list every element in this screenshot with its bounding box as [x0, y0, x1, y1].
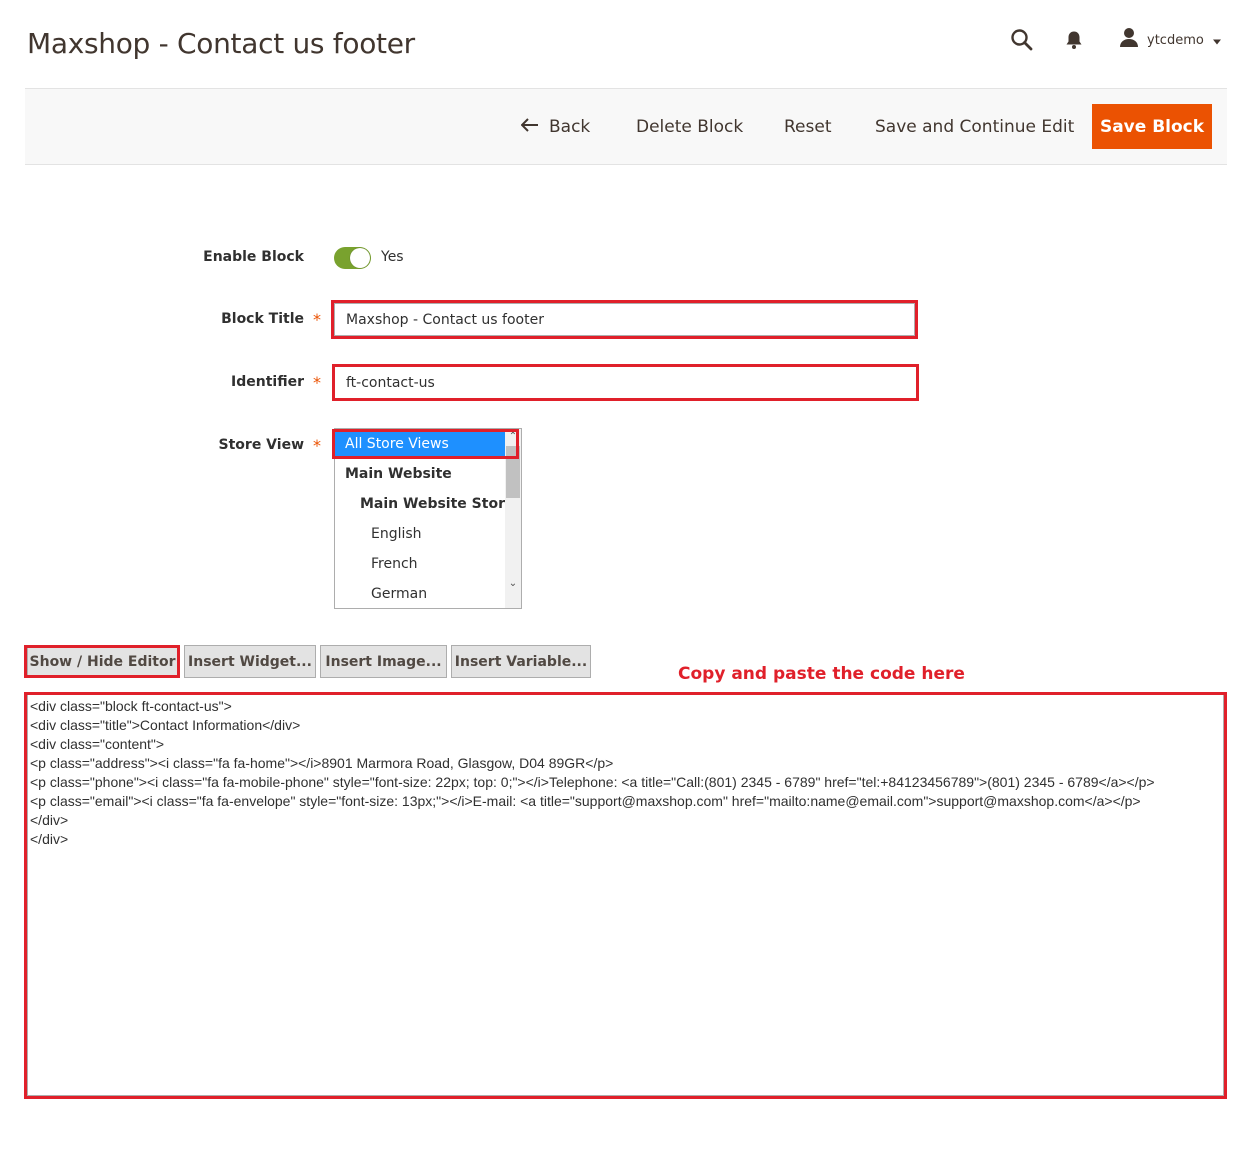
required-mark: *: [313, 310, 321, 329]
enable-block-label: Enable Block: [203, 249, 304, 265]
block-title-input[interactable]: [334, 303, 915, 336]
required-mark: *: [313, 436, 321, 455]
identifier-label: Identifier: [231, 374, 304, 390]
delete-block-button[interactable]: Delete Block: [636, 115, 743, 139]
user-name: ytcdemo: [1147, 32, 1204, 48]
chevron-down-icon: [1212, 31, 1222, 50]
annotation-text: Copy and paste the code here: [678, 664, 965, 684]
back-label: Back: [549, 117, 591, 137]
bell-icon[interactable]: [1063, 29, 1085, 51]
insert-image-button[interactable]: Insert Image...: [320, 645, 447, 678]
store-option-french[interactable]: French: [335, 549, 506, 579]
show-hide-editor-button[interactable]: Show / Hide Editor: [27, 645, 178, 678]
page-title: Maxshop - Contact us footer: [27, 27, 415, 60]
store-option-main-website[interactable]: Main Website: [335, 459, 506, 489]
save-and-continue-button[interactable]: Save and Continue Edit: [875, 115, 1074, 139]
store-option-main-website-store[interactable]: Main Website Store: [335, 489, 514, 519]
enable-block-toggle[interactable]: [334, 247, 371, 269]
store-option-german[interactable]: German: [335, 579, 506, 608]
block-title-label: Block Title: [221, 311, 304, 327]
toggle-knob: [350, 248, 370, 268]
back-button[interactable]: Back: [520, 115, 591, 139]
reset-button[interactable]: Reset: [784, 115, 832, 139]
insert-variable-button[interactable]: Insert Variable...: [451, 645, 591, 678]
scrollbar[interactable]: ⌃ ⌄: [505, 429, 521, 608]
store-option-all[interactable]: All Store Views: [335, 429, 506, 459]
store-view-select[interactable]: All Store Views Main Website Main Websit…: [334, 428, 522, 609]
store-option-english[interactable]: English: [335, 519, 506, 549]
search-icon[interactable]: [1010, 28, 1034, 52]
scroll-up-icon[interactable]: ⌃: [505, 429, 521, 445]
content-textarea[interactable]: <div class="block ft-contact-us"> <div c…: [27, 694, 1224, 1096]
scroll-thumb[interactable]: [506, 446, 520, 498]
user-menu[interactable]: ytcdemo: [1119, 27, 1222, 53]
user-icon: [1119, 27, 1139, 53]
enable-block-value: Yes: [381, 249, 404, 265]
arrow-left-icon: [520, 117, 539, 137]
insert-widget-button[interactable]: Insert Widget...: [184, 645, 316, 678]
identifier-input[interactable]: [334, 366, 917, 399]
save-block-button[interactable]: Save Block: [1092, 104, 1212, 149]
required-mark: *: [313, 373, 321, 392]
scroll-down-icon[interactable]: ⌄: [505, 576, 521, 592]
page-actions: Back Delete Block Reset Save and Continu…: [25, 88, 1227, 165]
store-view-label: Store View: [218, 437, 304, 453]
